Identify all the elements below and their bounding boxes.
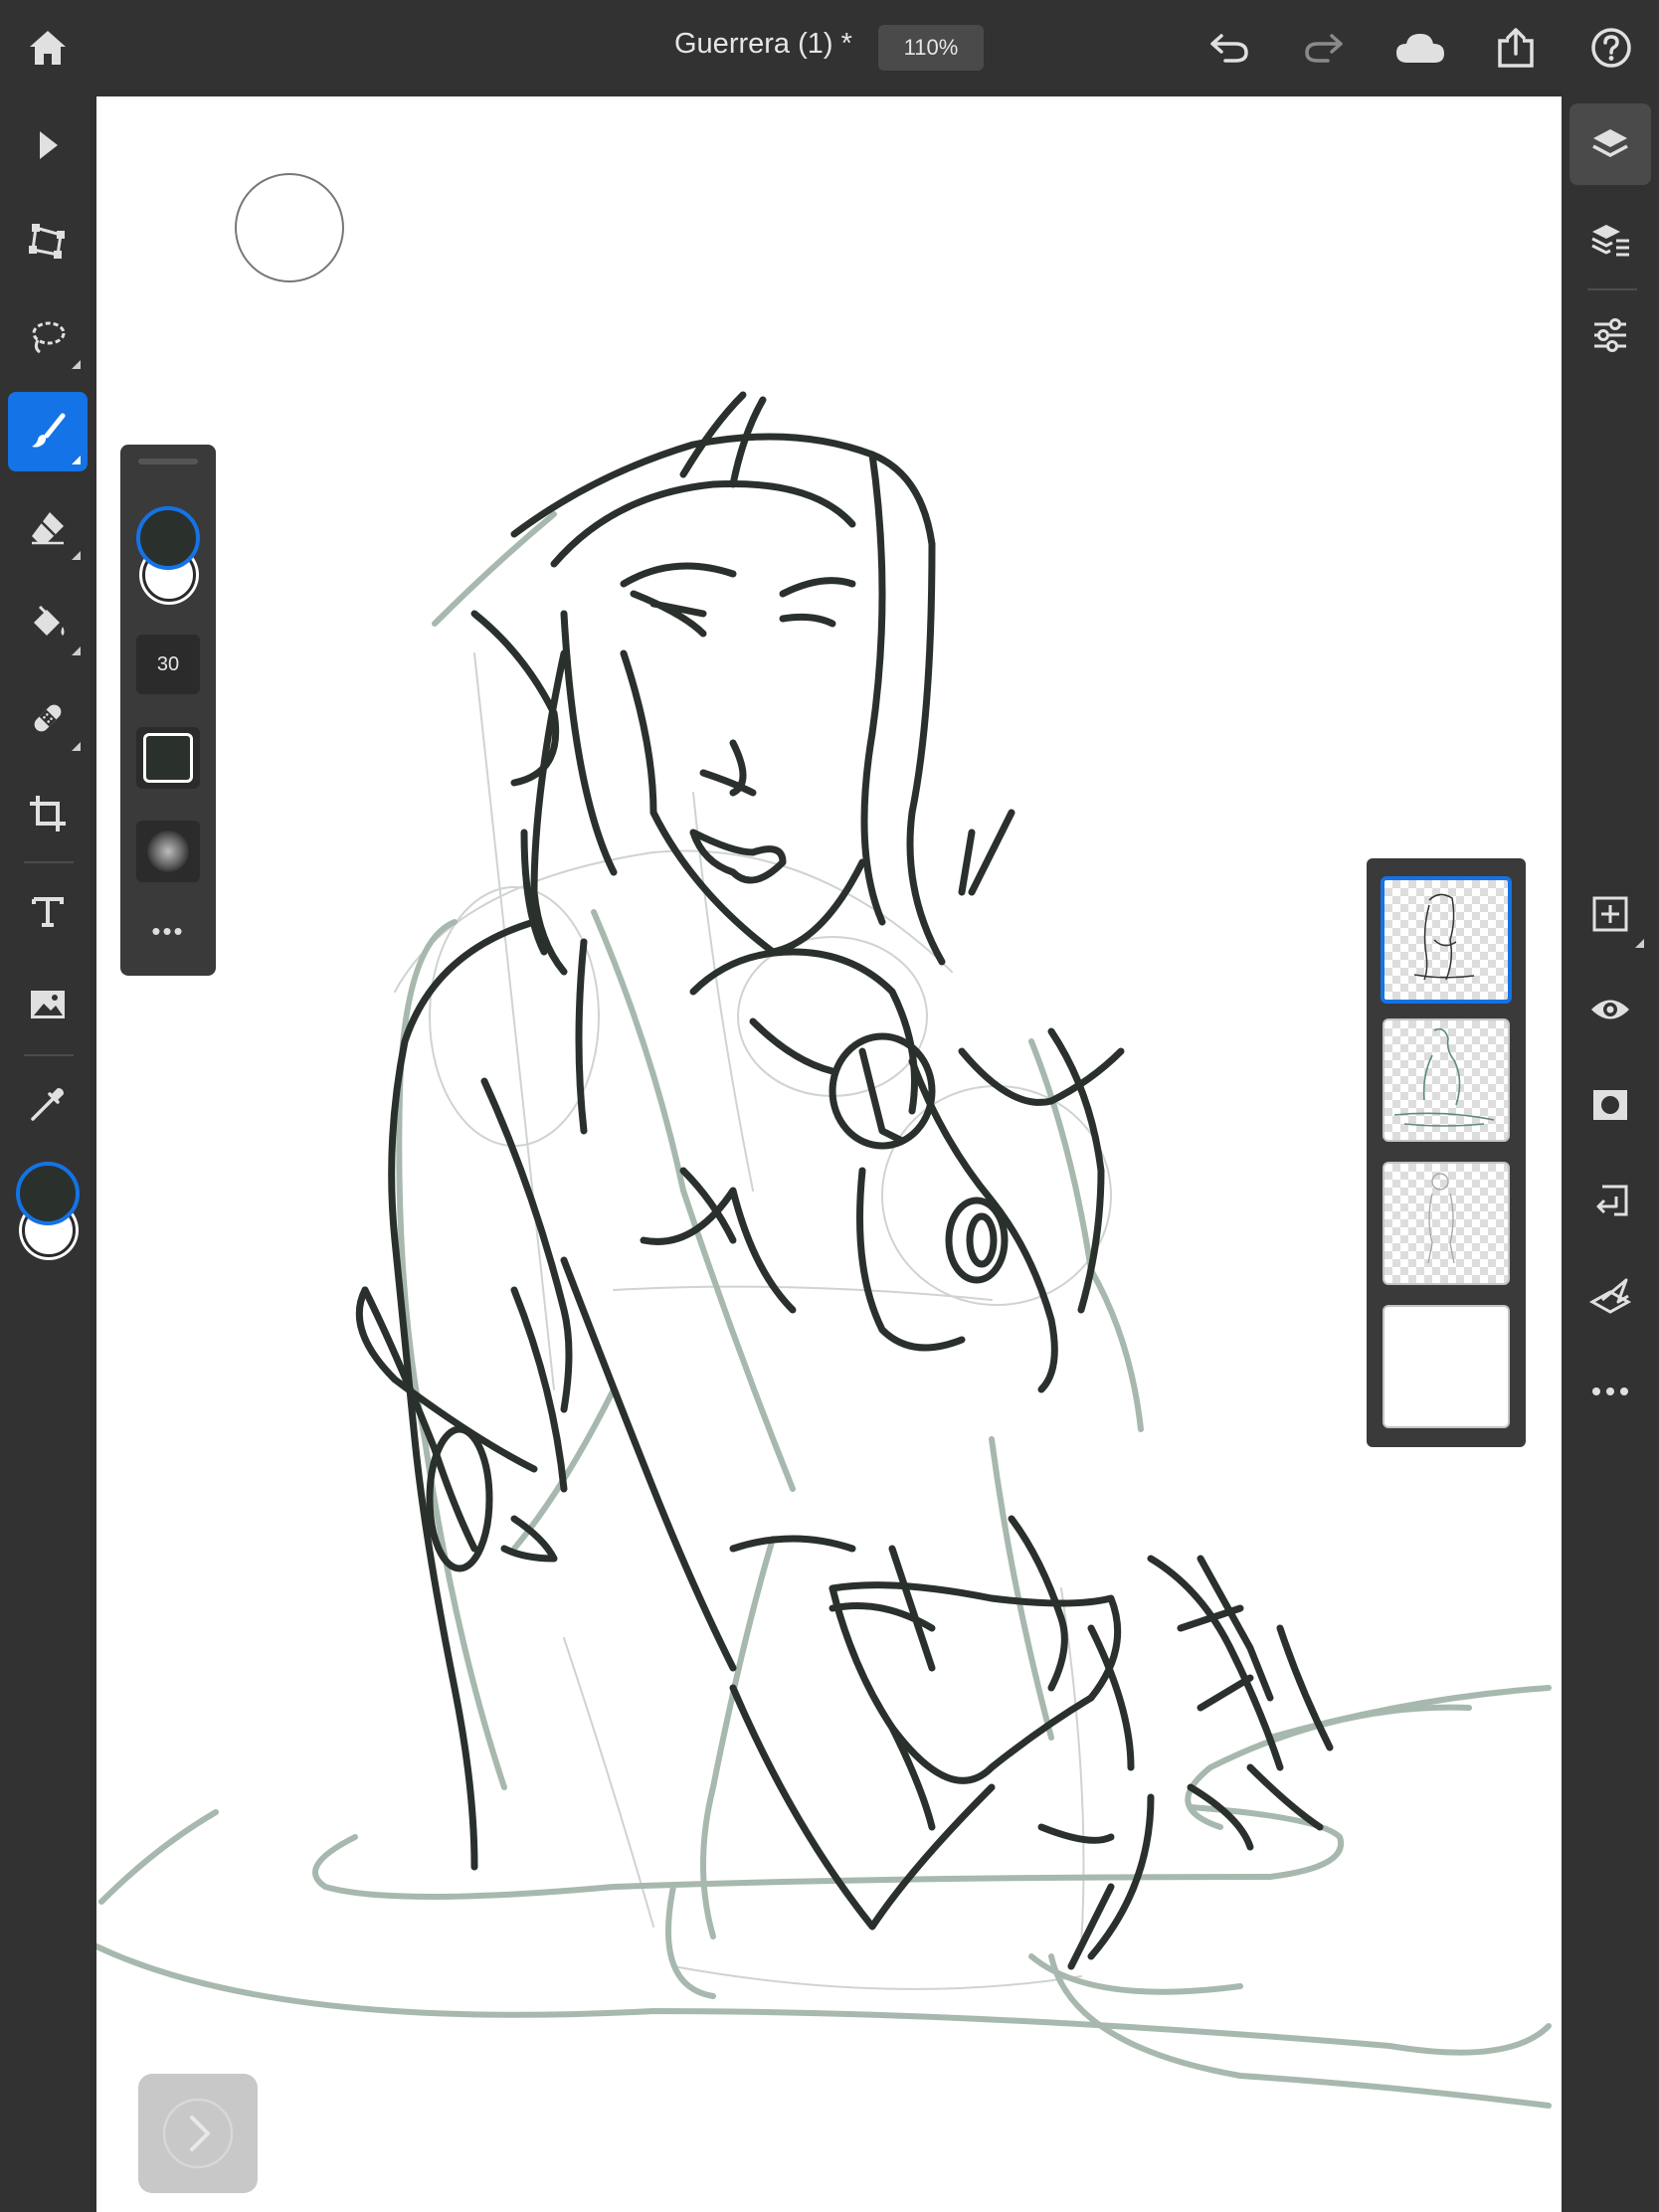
layers-panel — [1367, 858, 1526, 1447]
transform-icon[interactable] — [8, 201, 88, 280]
chevron-right-icon — [162, 2098, 234, 2169]
foreground-color-swatch[interactable] — [16, 1162, 80, 1225]
toolbar-divider — [24, 1054, 74, 1056]
more-options-corner — [72, 551, 81, 560]
cloud-icon[interactable] — [1388, 20, 1452, 76]
crop-icon[interactable] — [8, 774, 88, 853]
clear-layer-icon[interactable] — [1569, 1255, 1651, 1337]
fill-icon[interactable] — [8, 583, 88, 662]
text-icon[interactable] — [8, 871, 88, 951]
add-layer-icon[interactable] — [1569, 873, 1651, 955]
layer-thumbnail[interactable] — [1382, 1305, 1510, 1428]
layers-icon[interactable] — [1569, 103, 1651, 185]
healing-icon[interactable] — [8, 678, 88, 758]
more-options-corner — [1635, 939, 1644, 948]
eyedropper-icon[interactable] — [8, 1064, 88, 1144]
panel-grip[interactable] — [138, 459, 198, 464]
brush-settings-panel: 30 ••• — [120, 445, 216, 976]
document-title[interactable]: Guerrera (1) * — [674, 28, 852, 61]
layer-thumbnail[interactable] — [1381, 876, 1512, 1004]
undo-icon[interactable] — [1199, 20, 1259, 76]
toolbar-divider — [1587, 288, 1637, 290]
select-icon[interactable] — [8, 105, 88, 185]
adjustments-icon[interactable] — [1569, 294, 1651, 376]
top-bar: Guerrera (1) * 110% — [0, 0, 1659, 96]
more-options-corner — [72, 360, 81, 369]
more-options-corner — [72, 646, 81, 655]
more-icon[interactable] — [1569, 1351, 1651, 1432]
more-options-corner — [72, 742, 81, 751]
image-icon[interactable] — [8, 965, 88, 1044]
visibility-icon[interactable] — [1569, 969, 1651, 1050]
brush-foreground-swatch[interactable] — [136, 506, 200, 570]
redo-icon[interactable] — [1294, 20, 1354, 76]
opacity-preview — [143, 733, 193, 783]
more-options-corner — [72, 456, 81, 464]
sketch-artwork — [96, 391, 1552, 2109]
brush-icon[interactable] — [8, 392, 88, 471]
toolbar-divider — [24, 861, 74, 863]
zoom-level[interactable]: 110% — [878, 25, 984, 71]
layer-thumbnail-art — [1427, 1173, 1455, 1264]
brush-more-button[interactable]: ••• — [136, 916, 200, 946]
home-icon[interactable] — [18, 18, 78, 78]
brush-color-swatches[interactable] — [136, 506, 200, 606]
share-icon[interactable] — [1486, 18, 1546, 78]
drawing-canvas[interactable] — [96, 96, 1562, 2212]
eraser-icon[interactable] — [8, 487, 88, 567]
right-toolbar — [1562, 96, 1659, 2212]
layer-thumbnail[interactable] — [1382, 1018, 1510, 1142]
layer-thumbnail-art — [1393, 1027, 1495, 1127]
color-swatches[interactable] — [16, 1162, 80, 1261]
next-button[interactable] — [138, 2074, 258, 2193]
layer-thumbnail-art — [1413, 893, 1475, 981]
mask-icon[interactable] — [1569, 1064, 1651, 1146]
brush-softness-control[interactable] — [136, 821, 200, 882]
merge-down-icon[interactable] — [1569, 1160, 1651, 1241]
lasso-icon[interactable] — [8, 296, 88, 376]
softness-preview — [147, 830, 189, 872]
brush-cursor — [235, 173, 344, 282]
brush-opacity-swatch[interactable] — [136, 727, 200, 789]
layer-properties-icon[interactable] — [1569, 199, 1651, 280]
layer-thumbnail[interactable] — [1382, 1162, 1510, 1285]
brush-size-value[interactable]: 30 — [136, 635, 200, 694]
help-icon[interactable] — [1581, 18, 1641, 78]
